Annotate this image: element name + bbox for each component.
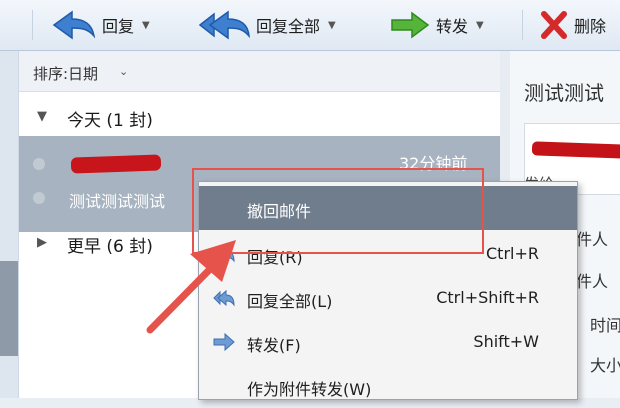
annotation-arrow-icon <box>146 240 236 334</box>
